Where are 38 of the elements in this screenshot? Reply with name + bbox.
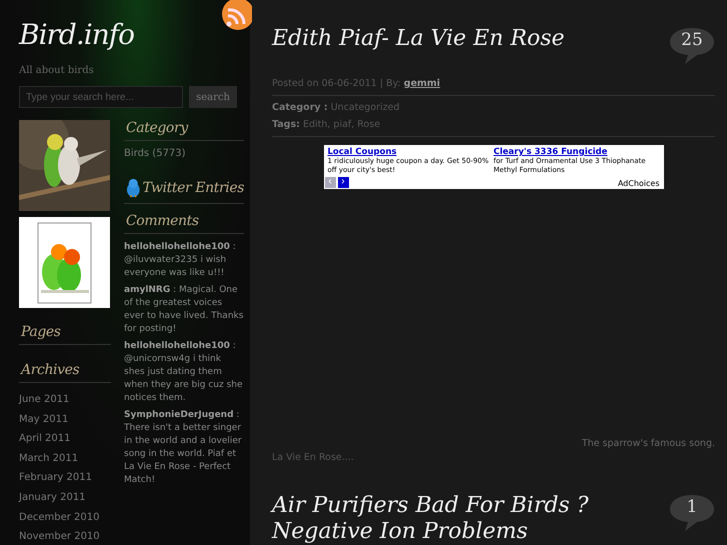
site-tagline: All about birds (19, 65, 95, 76)
section-heading: Comments (124, 213, 244, 234)
comment-text: hellohellohellohe100 : @iluvwater3235 i wish everyone was like u!!! (124, 241, 237, 280)
archive-link[interactable]: May 2011 (19, 410, 111, 430)
section-heading: Archives (19, 362, 111, 383)
author-link[interactable]: gemmi (404, 78, 440, 89)
ad-link[interactable]: Cleary's 3336 Fungicide (494, 147, 660, 157)
adchoices-link[interactable]: AdChoices (618, 178, 660, 188)
post-title[interactable]: Edith Piaf- La Vie En Rose (272, 26, 632, 52)
comment-text: amylNRG : Magical. One of the greatest voices ever to have lived. Thanks for posting! (124, 284, 244, 336)
comment-count: 1 (669, 493, 715, 533)
archive-link[interactable]: April 2011 (19, 429, 111, 449)
search-field[interactable]: Type your search here... (19, 86, 183, 108)
site-title[interactable]: Bird.info (19, 18, 134, 51)
section-heading: Category (124, 120, 244, 141)
comment-text: SymphonieDerJugend : There isn't a better singer in the world and a lovelier song in the world. Piaf et La Vie En Rose - Perfect Match! (124, 409, 243, 487)
section-heading: Twitter Entries (142, 180, 244, 196)
post-excerpt: La Vie En Rose.... (272, 452, 355, 463)
archive-link[interactable]: December 2010 (19, 508, 111, 528)
ad-link[interactable]: Local Coupons (328, 147, 494, 157)
archive-link[interactable]: March 2011 (19, 448, 111, 468)
category-link[interactable]: Birds (5773) (124, 148, 244, 159)
archive-link[interactable]: June 2011 (19, 390, 111, 410)
next-button[interactable]: › (338, 176, 348, 188)
archive-link[interactable]: January 2011 (19, 488, 111, 508)
bird-icon (126, 177, 141, 199)
archive-link[interactable]: February 2011 (19, 468, 111, 488)
previous-button[interactable]: ‹ (324, 176, 336, 188)
post-tags: Tags: Edith, piaf, Rose (272, 119, 715, 130)
image-caption: The sparrow's famous song. (580, 438, 715, 449)
comment-count: 25 (669, 26, 715, 66)
comment-text: hellohellohellohe100 : @unicornsw4g i think shes just dating them when they are big cuz she notices them. (124, 340, 244, 405)
post-title[interactable]: Air Purifiers Bad For Birds ? Negative Ion Problems (272, 493, 632, 545)
archive-link[interactable]: November 2010 (19, 527, 111, 545)
search-button[interactable]: search (189, 86, 237, 108)
section-heading: Pages (19, 324, 111, 345)
post-meta: Posted on 06-06-2011 | By: gemmi (272, 66, 715, 96)
post-category: Category : Uncategorized (272, 102, 401, 113)
